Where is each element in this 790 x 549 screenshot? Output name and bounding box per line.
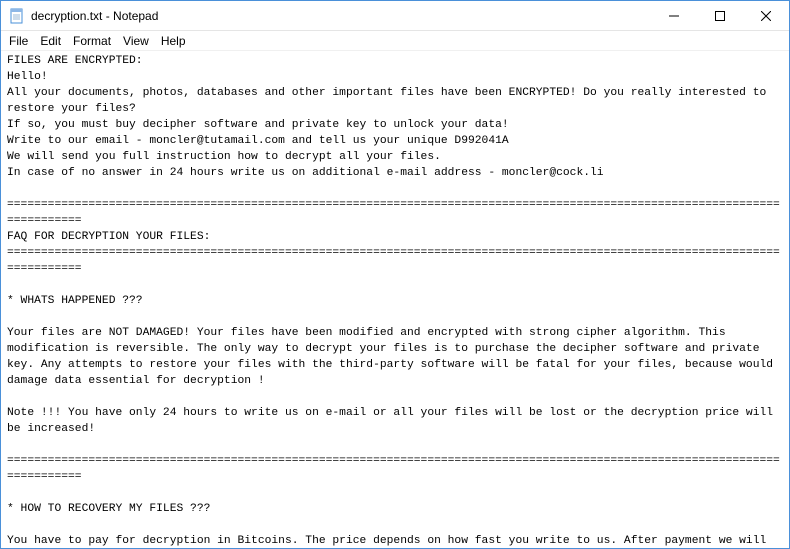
close-button[interactable]	[743, 1, 789, 31]
notepad-icon	[9, 8, 25, 24]
menu-file[interactable]: File	[3, 32, 34, 50]
menu-help[interactable]: Help	[155, 32, 192, 50]
minimize-button[interactable]	[651, 1, 697, 31]
maximize-button[interactable]	[697, 1, 743, 31]
menu-edit[interactable]: Edit	[34, 32, 67, 50]
window-title: decryption.txt - Notepad	[31, 9, 158, 23]
menubar: File Edit Format View Help	[1, 31, 789, 51]
text-area[interactable]: FILES ARE ENCRYPTED: Hello! All your doc…	[1, 51, 789, 548]
menu-view[interactable]: View	[117, 32, 155, 50]
menu-format[interactable]: Format	[67, 32, 117, 50]
titlebar: decryption.txt - Notepad	[1, 1, 789, 31]
